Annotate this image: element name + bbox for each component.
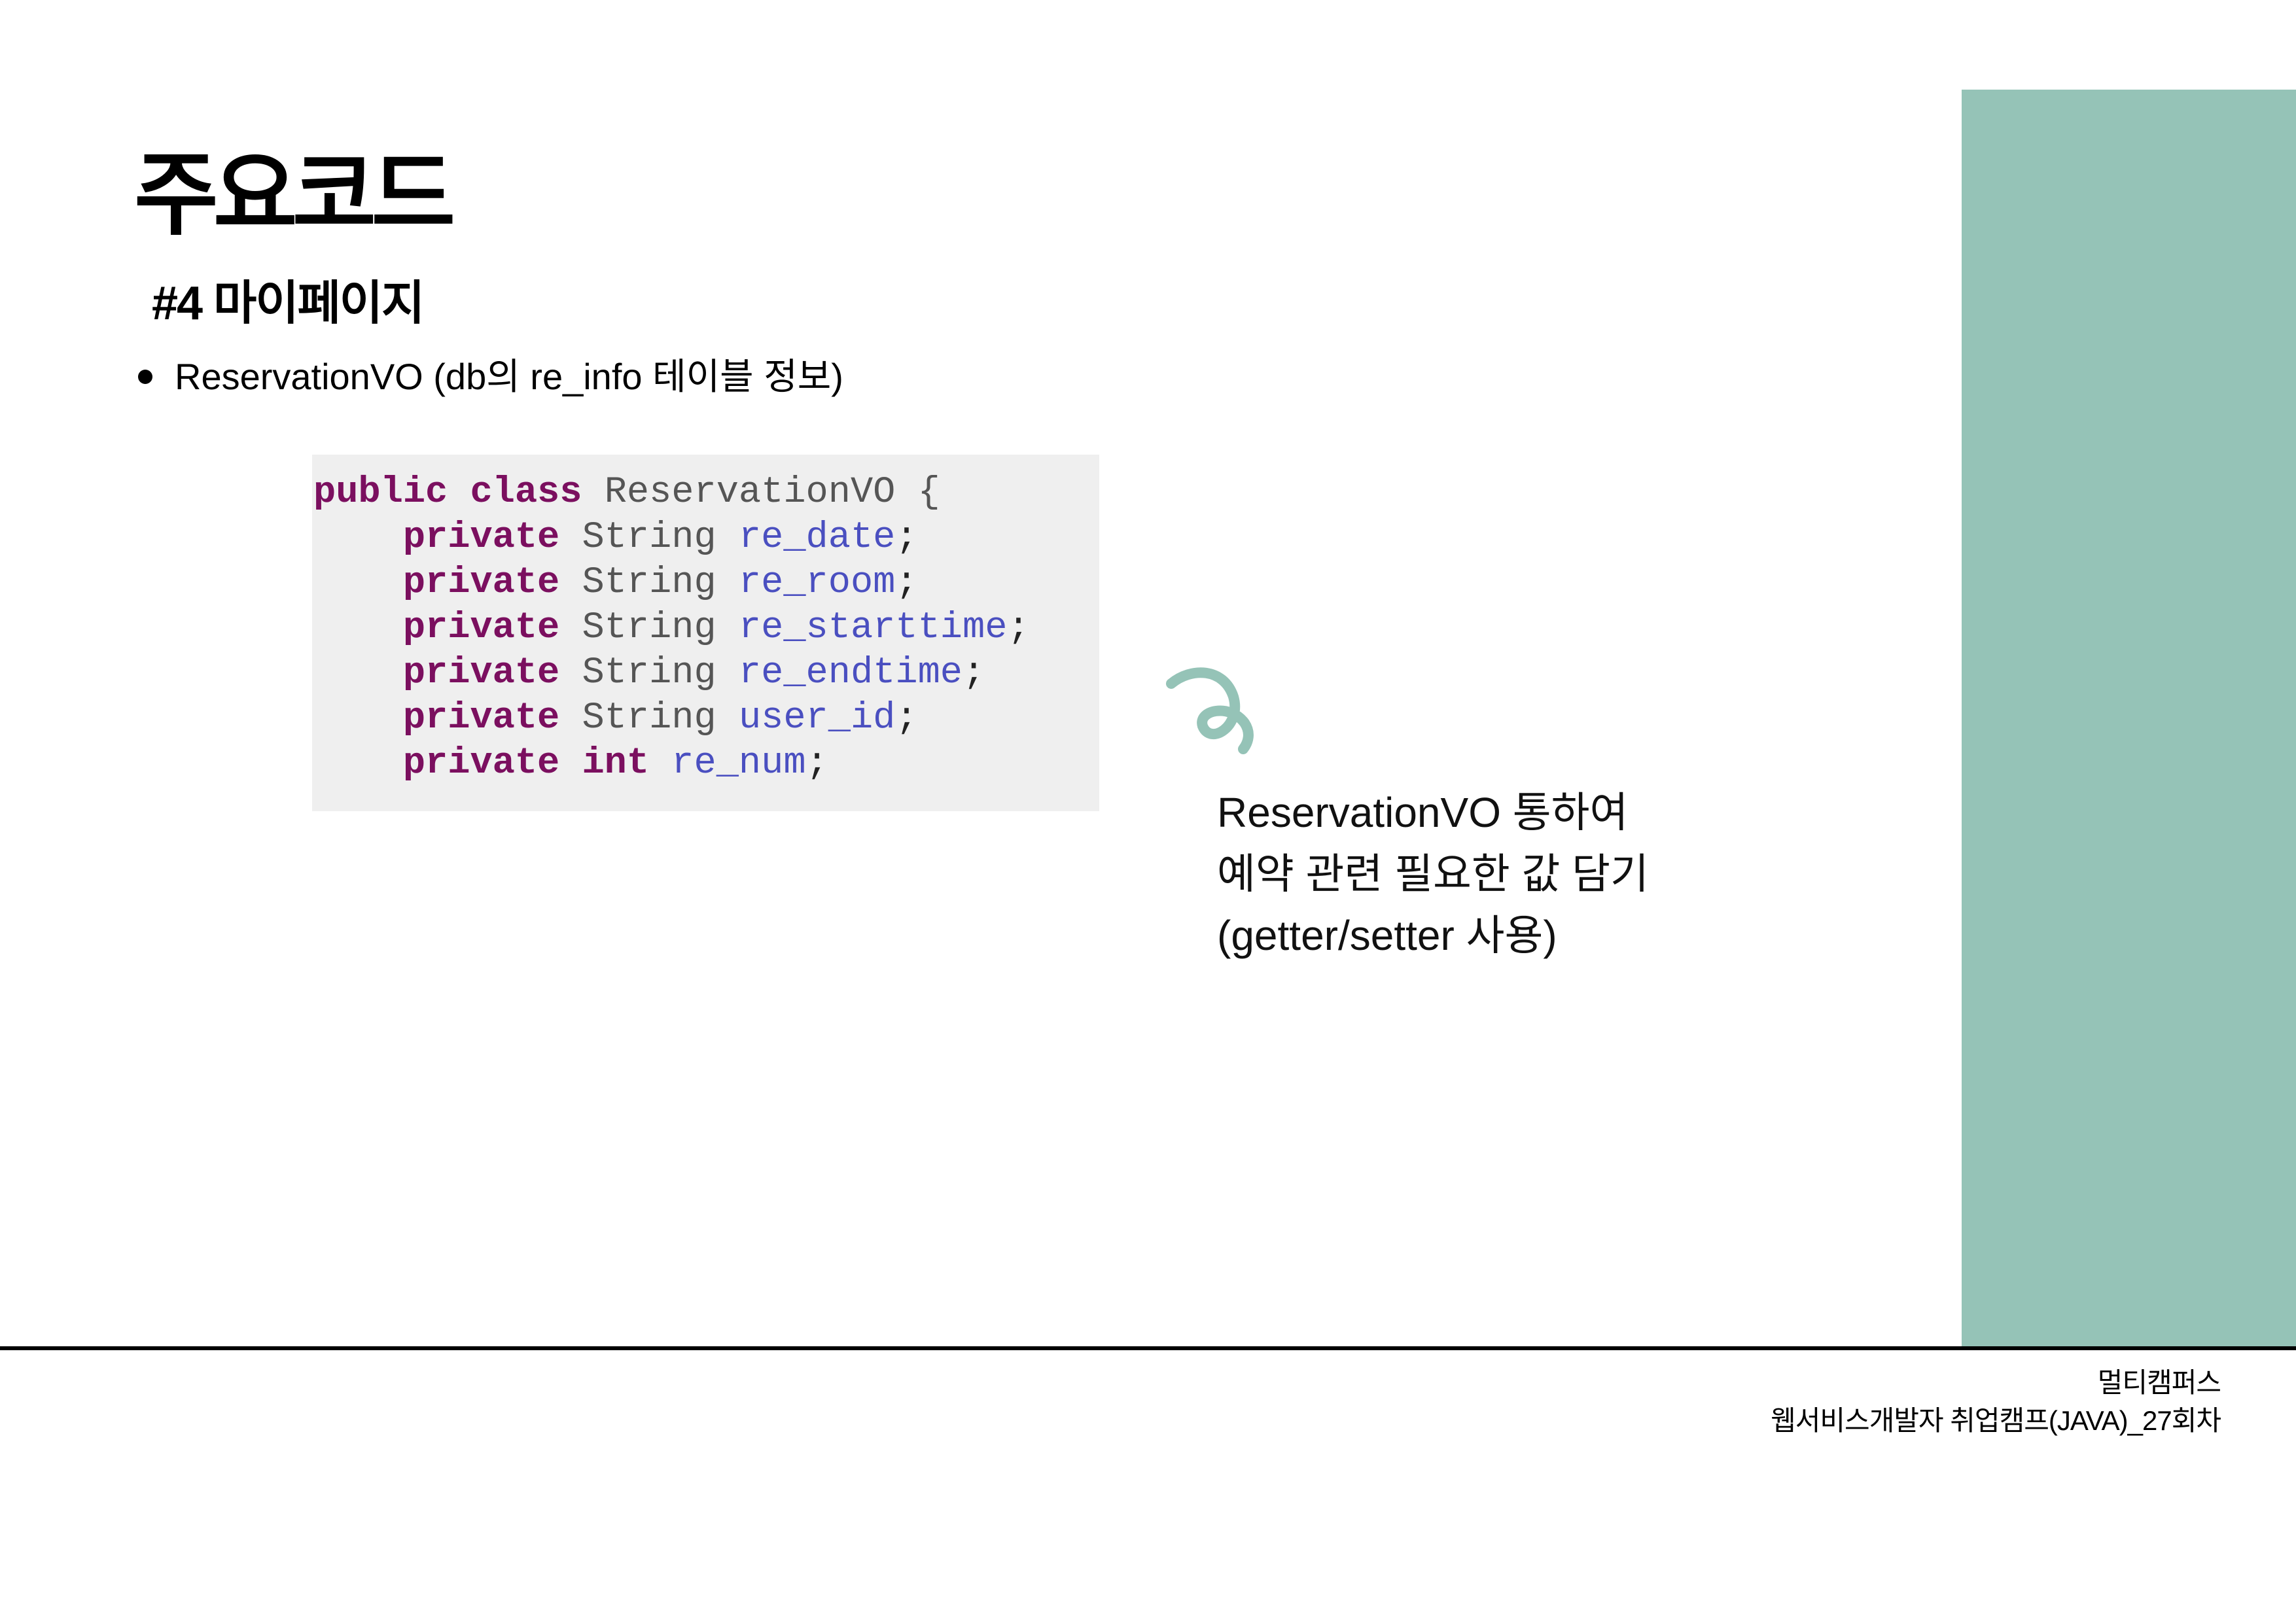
code-token: re_starttime [738, 607, 1008, 649]
slide-title: 주요코드 [134, 143, 455, 246]
code-token: re_num [671, 742, 806, 784]
code-token: re_endtime [738, 652, 963, 694]
code-line-2: private String re_date; [313, 515, 1099, 561]
code-token: ; [895, 517, 918, 559]
code-line-6: private String user_id; [313, 696, 1099, 741]
code-line-1: public class ReservationVO { [313, 470, 1099, 515]
note-line-3: (getter/setter 사용) [1217, 912, 1557, 959]
note-line-1: ReservationVO 통하여 [1217, 789, 1629, 836]
bullet-text: ReservationVO (db의 re_info 테이블 정보) [175, 356, 843, 397]
code-token: private [402, 697, 582, 739]
explanation-note: ReservationVO 통하여 예약 관련 필요한 값 담기 (getter… [1217, 782, 1649, 966]
code-token: public class [313, 472, 605, 514]
code-token: ; [1007, 607, 1030, 649]
code-token: user_id [738, 697, 896, 739]
code-token: ReservationVO { [604, 472, 940, 514]
code-token: String [582, 607, 739, 649]
squiggle-decoration-icon [1166, 667, 1254, 754]
code-line-7: private int re_num; [313, 741, 1099, 786]
footer: 멀티캠퍼스 웹서비스개발자 취업캠프(JAVA)_27회차 [1771, 1364, 2221, 1440]
code-line-5: private String re_endtime; [313, 651, 1099, 696]
code-token: private [402, 517, 582, 559]
code-token: ; [895, 562, 918, 604]
code-token: ; [805, 742, 828, 784]
footer-organization: 멀티캠퍼스 [2097, 1367, 2221, 1398]
code-line-4: private String re_starttime; [313, 606, 1099, 651]
bullet-dot-icon [138, 370, 152, 384]
accent-panel [1962, 90, 2296, 1349]
slide-page: 주요코드 #4 마이페이지 ReservationVO (db의 re_info… [0, 0, 2296, 1623]
code-token: private int [402, 742, 672, 784]
footer-course: 웹서비스개발자 취업캠프(JAVA)_27회차 [1771, 1405, 2221, 1436]
code-token: ; [895, 697, 918, 739]
code-line-3: private String re_room; [313, 561, 1099, 606]
code-token: private [402, 562, 582, 604]
code-token: re_date [738, 517, 896, 559]
code-token: private [402, 607, 582, 649]
code-token: String [582, 652, 739, 694]
code-token: re_room [738, 562, 896, 604]
code-token: String [582, 697, 739, 739]
note-line-2: 예약 관련 필요한 값 담기 [1217, 850, 1649, 898]
slide-subtitle: #4 마이페이지 [152, 277, 425, 330]
code-token: ; [963, 652, 985, 694]
footer-divider [0, 1346, 2296, 1350]
code-block: public class ReservationVO { private Str… [312, 455, 1099, 811]
code-token: String [582, 562, 739, 604]
code-token: String [582, 517, 739, 559]
code-token: private [402, 652, 582, 694]
bullet-item: ReservationVO (db의 re_info 테이블 정보) [134, 358, 843, 395]
